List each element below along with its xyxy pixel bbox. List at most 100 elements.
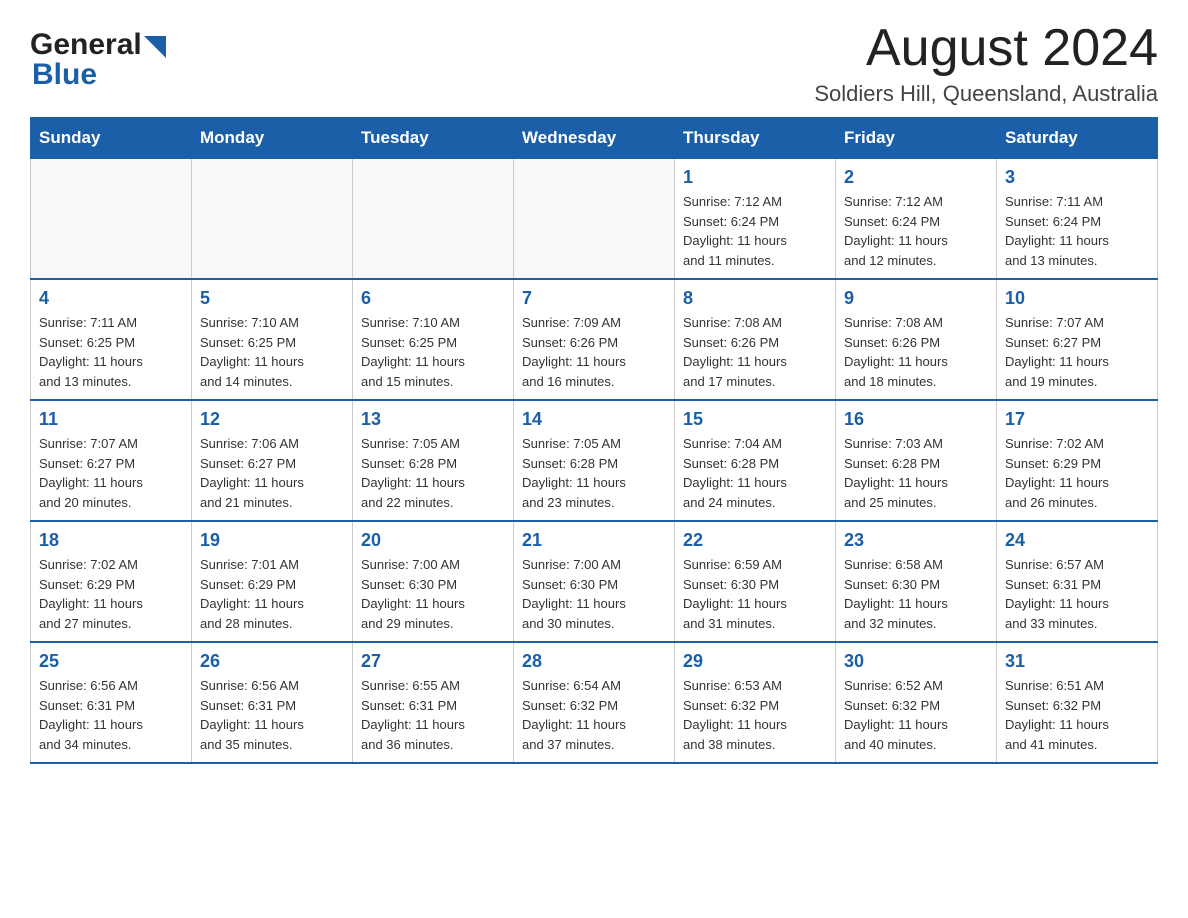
day-number: 14 <box>522 409 666 430</box>
calendar-cell: 17Sunrise: 7:02 AM Sunset: 6:29 PM Dayli… <box>997 400 1158 521</box>
day-number: 16 <box>844 409 988 430</box>
calendar-cell: 16 Sunrise: 7:03 AM Sunset: 6:28 PM Dayli… <box>836 400 997 521</box>
calendar-cell <box>192 159 353 280</box>
title-block: August 2024 Soldiers Hill, Queensland, A… <box>814 20 1158 107</box>
day-number: 21 <box>522 530 666 551</box>
day-info: Sunrise: 7:11 AM Sunset: 6:25 PM Dayligh… <box>39 313 183 391</box>
page-title: August 2024 <box>814 20 1158 77</box>
day-info: Sunrise: 7:08 AM Sunset: 6:26 PM Dayligh… <box>844 313 988 391</box>
day-number: 6 <box>361 288 505 309</box>
calendar-header-wednesday: Wednesday <box>514 118 675 159</box>
page-header: General Blue August 2024 Soldiers Hill, … <box>30 20 1158 107</box>
day-info: Sunrise: 7:11 AM Sunset: 6:24 PM Dayligh… <box>1005 192 1149 270</box>
day-number: 23 <box>844 530 988 551</box>
day-info: Sunrise: 7:07 AM Sunset: 6:27 PM Dayligh… <box>1005 313 1149 391</box>
day-number: 25 <box>39 651 183 672</box>
calendar-cell: 21 Sunrise: 7:00 AM Sunset: 6:30 PM Dayli… <box>514 521 675 642</box>
day-number: 7 <box>522 288 666 309</box>
day-number: 11 <box>39 409 183 430</box>
calendar-cell: 30 Sunrise: 6:52 AM Sunset: 6:32 PM Dayli… <box>836 642 997 763</box>
day-info: Sunrise: 7:10 AM Sunset: 6:25 PM Dayligh… <box>361 313 505 391</box>
calendar-table: SundayMondayTuesdayWednesdayThursdayFrid… <box>30 117 1158 764</box>
calendar-week-3: 11 Sunrise: 7:07 AM Sunset: 6:27 PM Dayli… <box>31 400 1158 521</box>
calendar-cell: 26 Sunrise: 6:56 AM Sunset: 6:31 PM Dayli… <box>192 642 353 763</box>
day-info: Sunrise: 6:53 AM Sunset: 6:32 PM Dayligh… <box>683 676 827 754</box>
day-number: 2 <box>844 167 988 188</box>
day-number: 22 <box>683 530 827 551</box>
calendar-cell: 5Sunrise: 7:10 AM Sunset: 6:25 PM Daylig… <box>192 279 353 400</box>
logo-general-text: General <box>30 28 142 62</box>
calendar-cell <box>514 159 675 280</box>
calendar-cell: 27Sunrise: 6:55 AM Sunset: 6:31 PM Dayli… <box>353 642 514 763</box>
day-number: 19 <box>200 530 344 551</box>
day-number: 1 <box>683 167 827 188</box>
logo-blue-text: Blue <box>30 58 97 92</box>
day-number: 4 <box>39 288 183 309</box>
calendar-cell: 11 Sunrise: 7:07 AM Sunset: 6:27 PM Dayli… <box>31 400 192 521</box>
calendar-week-5: 25 Sunrise: 6:56 AM Sunset: 6:31 PM Dayli… <box>31 642 1158 763</box>
calendar-cell: 10 Sunrise: 7:07 AM Sunset: 6:27 PM Dayli… <box>997 279 1158 400</box>
calendar-cell: 18 Sunrise: 7:02 AM Sunset: 6:29 PM Dayli… <box>31 521 192 642</box>
day-info: Sunrise: 6:52 AM Sunset: 6:32 PM Dayligh… <box>844 676 988 754</box>
calendar-cell: 4 Sunrise: 7:11 AM Sunset: 6:25 PM Daylig… <box>31 279 192 400</box>
day-number: 20 <box>361 530 505 551</box>
day-info: Sunrise: 7:05 AM Sunset: 6:28 PM Dayligh… <box>361 434 505 512</box>
day-info: Sunrise: 7:02 AM Sunset: 6:29 PM Dayligh… <box>39 555 183 633</box>
day-info: Sunrise: 7:01 AM Sunset: 6:29 PM Dayligh… <box>200 555 344 633</box>
calendar-cell <box>31 159 192 280</box>
day-info: Sunrise: 6:51 AM Sunset: 6:32 PM Dayligh… <box>1005 676 1149 754</box>
day-number: 30 <box>844 651 988 672</box>
calendar-cell: 12Sunrise: 7:06 AM Sunset: 6:27 PM Dayli… <box>192 400 353 521</box>
day-number: 15 <box>683 409 827 430</box>
day-number: 24 <box>1005 530 1149 551</box>
calendar-cell: 23 Sunrise: 6:58 AM Sunset: 6:30 PM Dayli… <box>836 521 997 642</box>
day-info: Sunrise: 6:59 AM Sunset: 6:30 PM Dayligh… <box>683 555 827 633</box>
calendar-cell: 24 Sunrise: 6:57 AM Sunset: 6:31 PM Dayli… <box>997 521 1158 642</box>
calendar-cell: 20 Sunrise: 7:00 AM Sunset: 6:30 PM Dayli… <box>353 521 514 642</box>
day-info: Sunrise: 7:00 AM Sunset: 6:30 PM Dayligh… <box>522 555 666 633</box>
day-info: Sunrise: 7:04 AM Sunset: 6:28 PM Dayligh… <box>683 434 827 512</box>
day-info: Sunrise: 7:07 AM Sunset: 6:27 PM Dayligh… <box>39 434 183 512</box>
calendar-cell: 25 Sunrise: 6:56 AM Sunset: 6:31 PM Dayli… <box>31 642 192 763</box>
calendar-cell: 2 Sunrise: 7:12 AM Sunset: 6:24 PM Daylig… <box>836 159 997 280</box>
day-info: Sunrise: 7:05 AM Sunset: 6:28 PM Dayligh… <box>522 434 666 512</box>
day-number: 12 <box>200 409 344 430</box>
calendar-cell: 19 Sunrise: 7:01 AM Sunset: 6:29 PM Dayli… <box>192 521 353 642</box>
day-number: 9 <box>844 288 988 309</box>
day-info: Sunrise: 7:12 AM Sunset: 6:24 PM Dayligh… <box>683 192 827 270</box>
day-info: Sunrise: 7:00 AM Sunset: 6:30 PM Dayligh… <box>361 555 505 633</box>
day-info: Sunrise: 6:56 AM Sunset: 6:31 PM Dayligh… <box>200 676 344 754</box>
calendar-header-monday: Monday <box>192 118 353 159</box>
day-number: 18 <box>39 530 183 551</box>
calendar-cell: 9 Sunrise: 7:08 AM Sunset: 6:26 PM Daylig… <box>836 279 997 400</box>
calendar-cell: 1 Sunrise: 7:12 AM Sunset: 6:24 PM Daylig… <box>675 159 836 280</box>
day-info: Sunrise: 6:57 AM Sunset: 6:31 PM Dayligh… <box>1005 555 1149 633</box>
day-number: 10 <box>1005 288 1149 309</box>
day-info: Sunrise: 6:55 AM Sunset: 6:31 PM Dayligh… <box>361 676 505 754</box>
calendar-header-sunday: Sunday <box>31 118 192 159</box>
calendar-cell: 8Sunrise: 7:08 AM Sunset: 6:26 PM Daylig… <box>675 279 836 400</box>
day-info: Sunrise: 7:08 AM Sunset: 6:26 PM Dayligh… <box>683 313 827 391</box>
logo-triangle-icon <box>144 36 166 58</box>
calendar-header-friday: Friday <box>836 118 997 159</box>
calendar-cell: 3Sunrise: 7:11 AM Sunset: 6:24 PM Daylig… <box>997 159 1158 280</box>
day-number: 28 <box>522 651 666 672</box>
calendar-cell: 31 Sunrise: 6:51 AM Sunset: 6:32 PM Dayli… <box>997 642 1158 763</box>
day-info: Sunrise: 6:58 AM Sunset: 6:30 PM Dayligh… <box>844 555 988 633</box>
calendar-cell: 29 Sunrise: 6:53 AM Sunset: 6:32 PM Dayli… <box>675 642 836 763</box>
calendar-cell: 7 Sunrise: 7:09 AM Sunset: 6:26 PM Daylig… <box>514 279 675 400</box>
logo: General Blue <box>30 28 166 92</box>
day-number: 13 <box>361 409 505 430</box>
day-number: 31 <box>1005 651 1149 672</box>
day-info: Sunrise: 6:56 AM Sunset: 6:31 PM Dayligh… <box>39 676 183 754</box>
calendar-cell: 14 Sunrise: 7:05 AM Sunset: 6:28 PM Dayli… <box>514 400 675 521</box>
day-info: Sunrise: 7:03 AM Sunset: 6:28 PM Dayligh… <box>844 434 988 512</box>
calendar-header-saturday: Saturday <box>997 118 1158 159</box>
day-info: Sunrise: 6:54 AM Sunset: 6:32 PM Dayligh… <box>522 676 666 754</box>
day-number: 29 <box>683 651 827 672</box>
calendar-cell: 28 Sunrise: 6:54 AM Sunset: 6:32 PM Dayli… <box>514 642 675 763</box>
day-info: Sunrise: 7:12 AM Sunset: 6:24 PM Dayligh… <box>844 192 988 270</box>
calendar-week-2: 4 Sunrise: 7:11 AM Sunset: 6:25 PM Daylig… <box>31 279 1158 400</box>
day-number: 26 <box>200 651 344 672</box>
day-info: Sunrise: 7:09 AM Sunset: 6:26 PM Dayligh… <box>522 313 666 391</box>
